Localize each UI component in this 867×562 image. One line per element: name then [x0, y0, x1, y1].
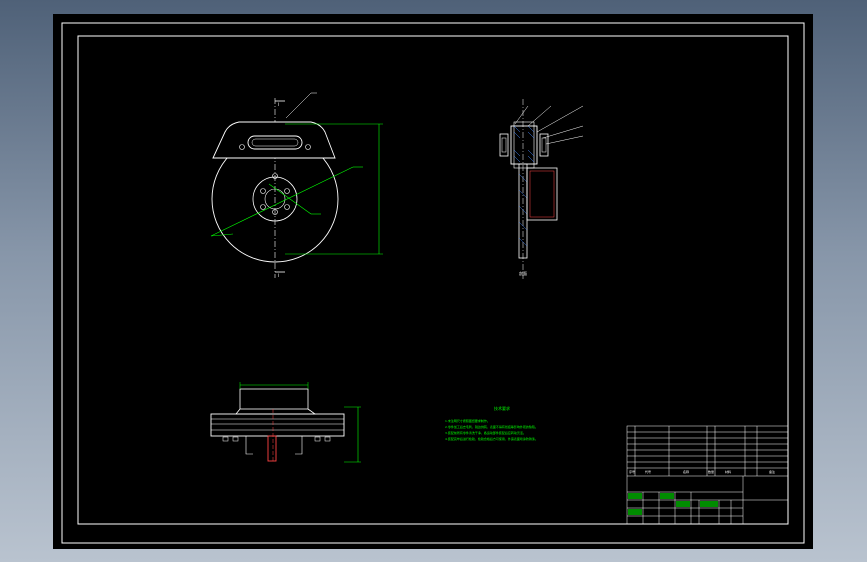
outer-border	[61, 22, 805, 544]
drawing-sheet: I I 剖面 技术要求 1.未注明尺寸按照图纸要求制作。 2.零件加工后去毛刺，…	[53, 14, 813, 549]
side-section-view: 剖面	[499, 99, 584, 279]
base-plate	[210, 413, 345, 437]
flange-left	[499, 133, 509, 157]
cad-drawing: I I 剖面 技术要求 1.未注明尺寸按照图纸要求制作。 2.零件加工后去毛刺，…	[61, 22, 805, 544]
svg-text:I: I	[278, 273, 279, 278]
header-cell-6: 备注	[769, 469, 775, 474]
note-line-1: 1.未注明尺寸按照图纸要求制作。	[445, 418, 490, 423]
top-plate	[239, 388, 309, 410]
title-block-fills	[628, 493, 718, 515]
note-line-2: 2.零件加工后去毛刺，锐边倒钝，表面不得有划痕等影响外观的缺陷。	[445, 424, 538, 429]
note-line-4: 4.装配完毕后进行检验，检验合格后方可使用，外露表面喷涂防锈漆。	[445, 436, 538, 441]
inner-border	[77, 35, 789, 525]
title-block	[626, 425, 789, 525]
svg-text:I: I	[278, 102, 279, 107]
header-cell-1: 序号	[629, 469, 635, 474]
bracket-box	[526, 167, 558, 221]
title-block-header: 序号 代号 名称 数量 材料 备注	[629, 469, 775, 474]
cover-bracket	[212, 121, 336, 159]
technical-notes: 技术要求 1.未注明尺寸按照图纸要求制作。 2.零件加工后去毛刺，锐边倒钝，表面…	[445, 405, 538, 441]
front-view: I I	[210, 92, 383, 278]
header-cell-4: 数量	[708, 469, 714, 474]
note-line-3: 3.装配前所有零件清洗干净，各运动部件装配后应转动灵活。	[445, 430, 526, 435]
top-view	[210, 382, 361, 463]
center-shaft	[267, 435, 277, 462]
notes-heading: 技术要求	[494, 405, 510, 411]
header-cell-5: 材料	[725, 469, 731, 474]
section-label: 剖面	[519, 270, 527, 276]
header-cell-2: 代号	[645, 469, 651, 474]
flange-right	[539, 133, 549, 157]
header-cell-3: 名称	[683, 469, 689, 474]
hub-block	[510, 125, 538, 165]
